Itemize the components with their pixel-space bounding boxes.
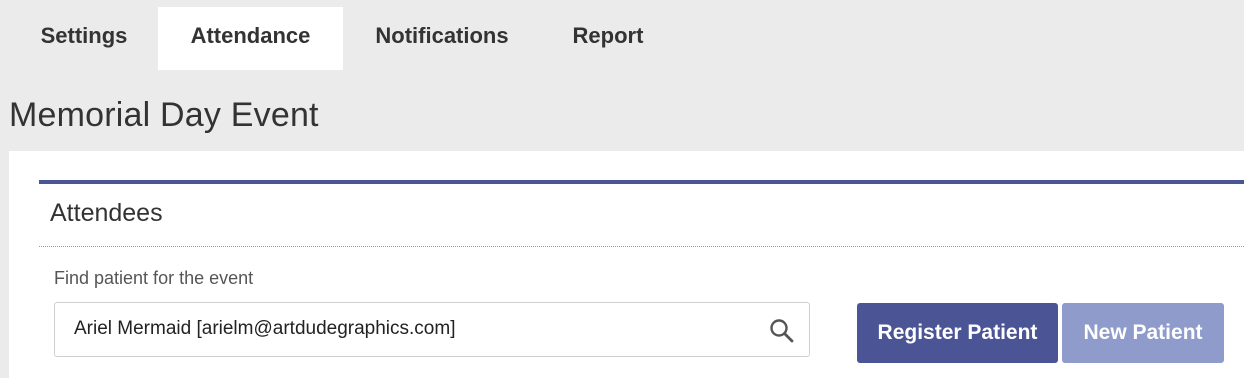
- tab-attendance[interactable]: Attendance: [158, 7, 343, 70]
- register-patient-button[interactable]: Register Patient: [857, 303, 1058, 363]
- attendees-heading: Attendees: [50, 199, 163, 227]
- patient-search-field[interactable]: [54, 302, 810, 357]
- tab-settings[interactable]: Settings: [8, 7, 160, 70]
- divider: [39, 246, 1244, 247]
- patient-search-input[interactable]: [74, 318, 734, 340]
- page-title: Memorial Day Event: [9, 96, 319, 134]
- new-patient-button[interactable]: New Patient: [1062, 303, 1224, 363]
- attendees-card: Attendees Find patient for the event Reg…: [9, 151, 1244, 378]
- tab-bar: Settings Attendance Notifications Report: [0, 7, 1244, 70]
- find-patient-label: Find patient for the event: [54, 268, 254, 288]
- card-accent-bar: [39, 180, 1244, 184]
- tab-report[interactable]: Report: [541, 7, 675, 70]
- tab-notifications[interactable]: Notifications: [343, 7, 541, 70]
- search-icon[interactable]: [769, 318, 795, 344]
